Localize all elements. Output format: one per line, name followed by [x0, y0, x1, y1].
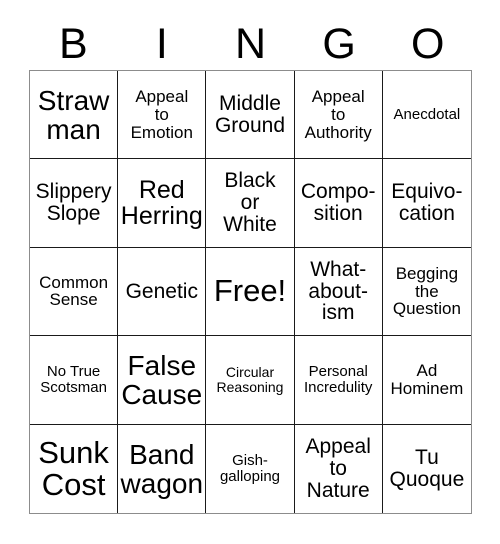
bingo-cell[interactable]: Begging the Question [382, 247, 471, 337]
header-letter-n: N [234, 19, 267, 68]
bingo-cell[interactable]: Common Sense [30, 247, 119, 337]
bingo-free-space[interactable]: Free! [206, 247, 295, 337]
bingo-header: B I N G O [29, 18, 472, 70]
header-letter-g: G [322, 19, 356, 68]
bingo-cell[interactable]: Genetic [118, 247, 207, 337]
bingo-cell-label: Common Sense [39, 272, 109, 310]
bingo-card: B I N G O Straw man Appeal to Emotion Midd… [0, 0, 500, 544]
bingo-cell-label: Appeal to Nature [305, 435, 371, 502]
bingo-cell[interactable]: Straw man [30, 71, 119, 160]
bingo-cell-label: Personal Incredulity [304, 363, 373, 396]
bingo-cell[interactable]: What- about- ism [294, 247, 383, 337]
bingo-cell-label: Gish- galloping [219, 452, 281, 485]
bingo-cell[interactable]: Gish- galloping [206, 424, 295, 513]
bingo-cell-label: Anecdotal [393, 105, 461, 123]
bingo-cell-label: Compo- sition [300, 180, 376, 226]
bingo-cell[interactable]: Band wagon [118, 424, 207, 513]
header-letter-i: I [155, 19, 168, 68]
bingo-cell-label: Begging the Question [392, 263, 461, 319]
bingo-cell[interactable]: Compo- sition [294, 159, 383, 248]
bingo-cell[interactable]: Appeal to Nature [294, 424, 383, 513]
bingo-cell[interactable]: Slippery Slope [30, 159, 119, 248]
bingo-cell-label: Ad Hominem [390, 361, 464, 398]
bingo-cell-label: Appeal to Authority [304, 87, 372, 142]
bingo-cell-label: Equivo- cation [391, 180, 463, 226]
bingo-cell[interactable]: No True Scotsman [30, 336, 119, 425]
bingo-cell[interactable]: Circular Reasoning [206, 336, 295, 425]
bingo-cell[interactable]: Red Herring [118, 159, 207, 248]
bingo-cell[interactable]: Appeal to Emotion [118, 71, 207, 160]
bingo-cell-label: Straw man [37, 84, 110, 145]
bingo-cell[interactable]: Equivo- cation [382, 159, 471, 248]
bingo-grid: Straw man Appeal to Emotion Middle Ground A… [29, 70, 472, 514]
bingo-cell-label: No True Scotsman [40, 363, 107, 396]
header-letter-o: O [410, 19, 445, 68]
bingo-cell-label: False Cause [121, 349, 203, 410]
bingo-cell[interactable]: Appeal to Authority [294, 71, 383, 160]
bingo-cell-label: Middle Ground [214, 91, 286, 137]
bingo-cell[interactable]: Ad Hominem [382, 336, 471, 425]
bingo-cell-label: Appeal to Emotion [130, 87, 193, 142]
bingo-cell-label: Genetic [125, 279, 198, 303]
bingo-cell-label: Band wagon [120, 438, 204, 499]
bingo-cell[interactable]: Sunk Cost [30, 424, 119, 513]
header-letter-b: B [58, 19, 88, 68]
bingo-cell-label: Free! [213, 273, 287, 309]
bingo-cell-label: What- about- ism [308, 257, 368, 325]
bingo-cell[interactable]: Anecdotal [382, 71, 471, 160]
bingo-cell-label: Red Herring [120, 176, 203, 231]
bingo-cell[interactable]: False Cause [118, 336, 207, 425]
bingo-cell[interactable]: Middle Ground [206, 71, 295, 160]
bingo-cell-label: Black or White [223, 169, 277, 236]
bingo-cell[interactable]: Black or White [206, 159, 295, 248]
bingo-cell[interactable]: Personal Incredulity [294, 336, 383, 425]
bingo-cell-label: Circular Reasoning [216, 364, 284, 395]
bingo-cell[interactable]: Tu Quoque [382, 424, 471, 513]
bingo-cell-label: Slippery Slope [35, 180, 112, 226]
bingo-cell-label: Sunk Cost [38, 434, 109, 502]
bingo-cell-label: Tu Quoque [389, 445, 465, 491]
